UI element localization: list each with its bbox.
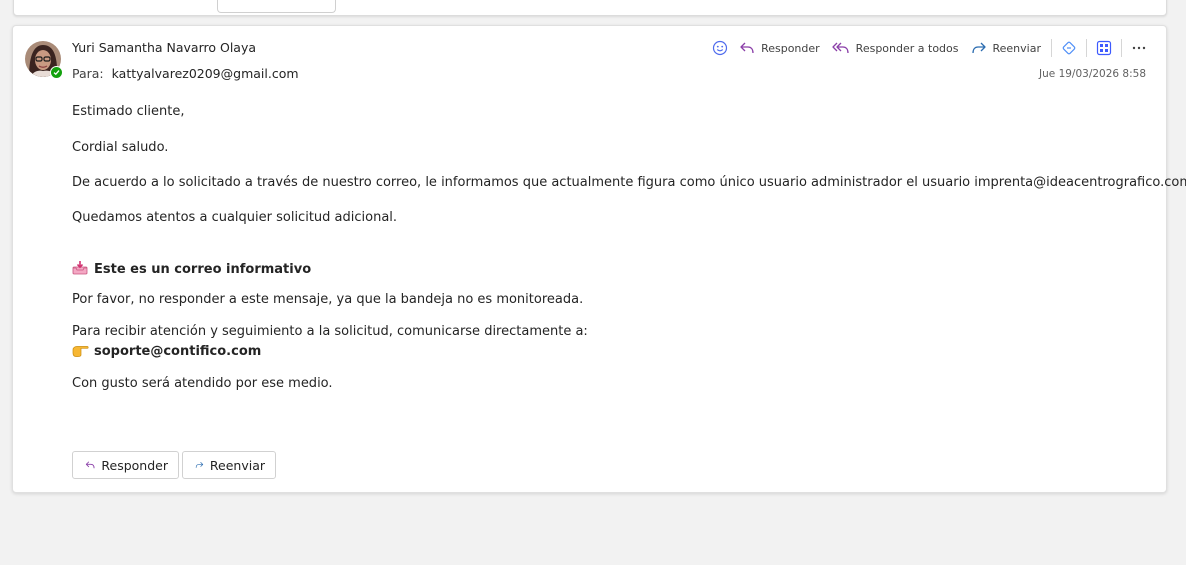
message-action-bar: Responder Responder a todos Reenviar (707, 36, 1152, 60)
recipient-line: Para: kattyalvarez0209@gmail.com (72, 66, 299, 81)
apps-button[interactable] (1056, 36, 1082, 60)
diamond-apps-icon (1062, 41, 1076, 55)
body-paragraph: Quedamos atentos a cualquier solicitud a… (72, 210, 398, 225)
toolbar-divider (1051, 39, 1052, 57)
message-date: Jue 19/03/2026 8:58 (1039, 68, 1146, 80)
presence-available-icon (50, 66, 63, 79)
reply-label: Responder (761, 41, 820, 55)
previous-message-card (13, 0, 1167, 16)
support-email[interactable]: soporte@contifico.com (94, 344, 261, 359)
footer-reply-label: Responder (101, 457, 168, 473)
toolbar-divider (1121, 39, 1122, 57)
notice-title: Este es un correo informativo (72, 260, 311, 279)
add-ins-button[interactable] (1091, 36, 1117, 60)
forward-arrow-icon (195, 461, 204, 468)
more-ellipsis-icon (1132, 46, 1146, 50)
forward-button[interactable]: Reenviar (965, 36, 1048, 60)
reply-arrow-icon (740, 42, 754, 54)
smiley-icon (712, 40, 728, 56)
toolbar-divider (1086, 39, 1087, 57)
reply-button[interactable]: Responder (733, 36, 826, 60)
reply-all-label: Responder a todos (855, 41, 959, 55)
reply-all-button[interactable]: Responder a todos (826, 36, 965, 60)
forward-label: Reenviar (992, 41, 1042, 55)
recipient-email[interactable]: kattyalvarez0209@gmail.com (112, 66, 299, 81)
email-reading-pane: Yuri Samantha Navarro Olaya Para: kattya… (12, 25, 1186, 493)
sender-name[interactable]: Yuri Samantha Navarro Olaya (72, 40, 256, 55)
previous-message-button[interactable] (217, 0, 336, 13)
footer-forward-label: Reenviar (209, 457, 265, 473)
support-contact: soporte@contifico.com (72, 344, 261, 361)
salutation: Cordial saludo. (72, 140, 169, 155)
footer-reply-button[interactable]: Responder (72, 451, 179, 479)
pointing-hand-icon (72, 344, 90, 361)
reply-arrow-icon (85, 461, 95, 469)
closing: Con gusto será atendido por ese medio. (72, 376, 333, 391)
notice-title-text: Este es un correo informativo (94, 262, 312, 277)
forward-arrow-icon (971, 42, 986, 54)
emoji-reaction-button[interactable] (707, 36, 733, 60)
to-label: Para: (72, 66, 104, 81)
avatar[interactable] (25, 41, 63, 79)
more-actions-button[interactable] (1126, 36, 1152, 60)
footer-forward-button[interactable]: Reenviar (182, 451, 276, 479)
body-paragraph: De acuerdo a lo solicitado a través de n… (72, 175, 1186, 190)
inbox-tray-icon (72, 260, 90, 279)
reply-all-arrow-icon (832, 42, 849, 54)
grid-apps-icon (1096, 40, 1112, 56)
support-text: Para recibir atención y seguimiento a la… (72, 324, 588, 339)
greeting: Estimado cliente, (72, 104, 185, 119)
notice-text: Por favor, no responder a este mensaje, … (72, 292, 584, 307)
